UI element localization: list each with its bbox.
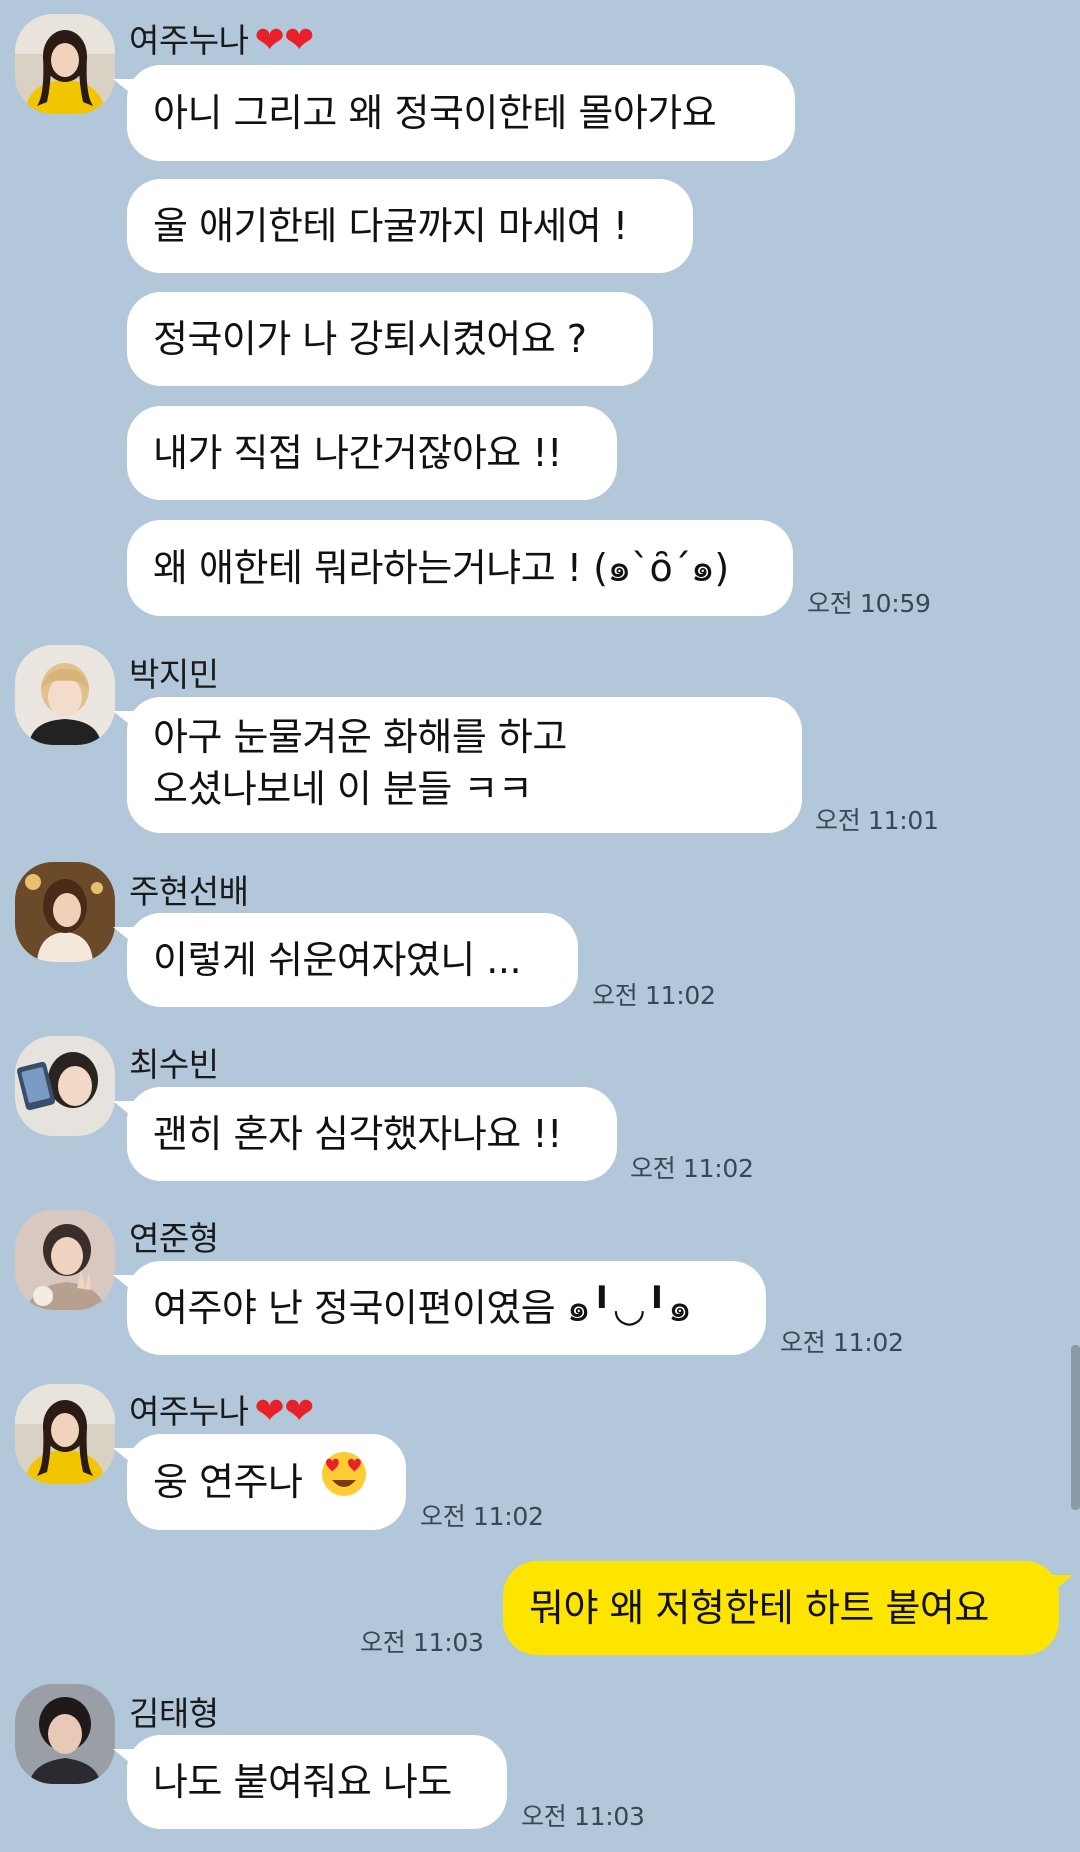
message-text: 왜 애한테 뭐라하는거냐고 ! (๑`ȏ´๑) [153,546,729,590]
message-text-line: 아구 눈물겨운 화해를 하고 [153,715,567,759]
message-time: 오전 11:02 [630,1154,754,1183]
message-text: 아니 그리고 왜 정국이한테 몰아가요 [153,91,717,135]
message-bubble[interactable]: 내가 직접 나간거잖아요 !! [127,406,617,500]
message-bubble[interactable]: 괜히 혼자 심각했자나요 !! [113,1087,617,1181]
message-bubble[interactable]: 웅 연주나 [113,1434,406,1533]
message-bubble[interactable]: 왜 애한테 뭐라하는거냐고 ! (๑`ȏ´๑) [127,520,793,616]
sender-name-text: 여주누나 [129,21,249,60]
message-bubble[interactable]: 이렇게 쉬운여자였니 ... [113,913,578,1007]
avatar-yeoju[interactable] [15,14,115,114]
message-text: 괜히 혼자 심각했자나요 !! [153,1112,562,1156]
avatar-jimin[interactable] [15,645,115,745]
message-time: 오전 10:59 [807,589,931,618]
avatar-yeonjun[interactable] [15,1210,115,1310]
scrollbar[interactable] [1071,1345,1080,1510]
message-text: 나도 붙여줘요 나도 [153,1760,452,1804]
my-message-bubble[interactable]: 뭐야 왜 저형한테 하트 붙여요 [503,1561,1073,1655]
message-bubble[interactable]: 아구 눈물겨운 화해를 하고 오셨나보네 이 분들 ㅋㅋ [113,697,802,833]
message-bubble[interactable]: 여주야 난 정국이편이였음 ๑╹◡╹๑ [113,1261,766,1355]
message-text: 울 애기한테 다굴까지 마세여 ! [153,204,628,248]
sender-name: 여주누나 ❤❤ [129,1385,314,1433]
message-text: 여주야 난 정국이편이였음 ๑╹◡╹๑ [153,1286,692,1330]
sender-name-text: 여주누나 [129,1392,249,1431]
sender-name: 주현선배 [129,872,249,911]
message-text: 내가 직접 나간거잖아요 !! [153,431,562,475]
avatar-taehyung[interactable] [15,1684,115,1784]
sender-name: 여주누나 ❤❤ [129,14,314,62]
message-text: 정국이가 나 강퇴시켰어요 ? [153,317,587,361]
message-time: 오전 11:03 [360,1628,484,1657]
avatar-soobin[interactable] [15,1036,115,1136]
sender-name: 김태형 [129,1694,219,1733]
message-bubble[interactable]: 정국이가 나 강퇴시켰어요 ? [127,292,653,386]
message-time: 오전 11:03 [521,1802,645,1831]
hearts-icon: ❤❤ [254,1391,314,1432]
message-text: 뭐야 왜 저형한테 하트 붙여요 [529,1586,989,1630]
message-time: 오전 11:02 [592,981,716,1010]
message-bubble[interactable]: 아니 그리고 왜 정국이한테 몰아가요 [113,65,795,161]
message-text: 이렇게 쉬운여자였니 ... [153,938,522,982]
sender-name: 연준형 [129,1219,219,1258]
avatar-juhyun[interactable] [15,862,115,962]
message-bubble[interactable]: 나도 붙여줘요 나도 [113,1735,507,1829]
message-bubble[interactable]: 울 애기한테 다굴까지 마세여 ! [127,179,693,273]
sender-name: 최수빈 [129,1045,219,1084]
heart-eyes-face-icon [320,1437,368,1533]
message-time: 오전 11:02 [420,1502,544,1531]
message-time: 오전 11:01 [815,806,939,835]
message-text-line: 오셨나보네 이 분들 ㅋㅋ [153,767,533,811]
sender-name: 박지민 [129,655,219,694]
message-text: 웅 연주나 [153,1460,303,1504]
hearts-icon: ❤❤ [254,20,314,61]
avatar-yeoju[interactable] [15,1384,115,1484]
message-time: 오전 11:02 [780,1328,904,1357]
